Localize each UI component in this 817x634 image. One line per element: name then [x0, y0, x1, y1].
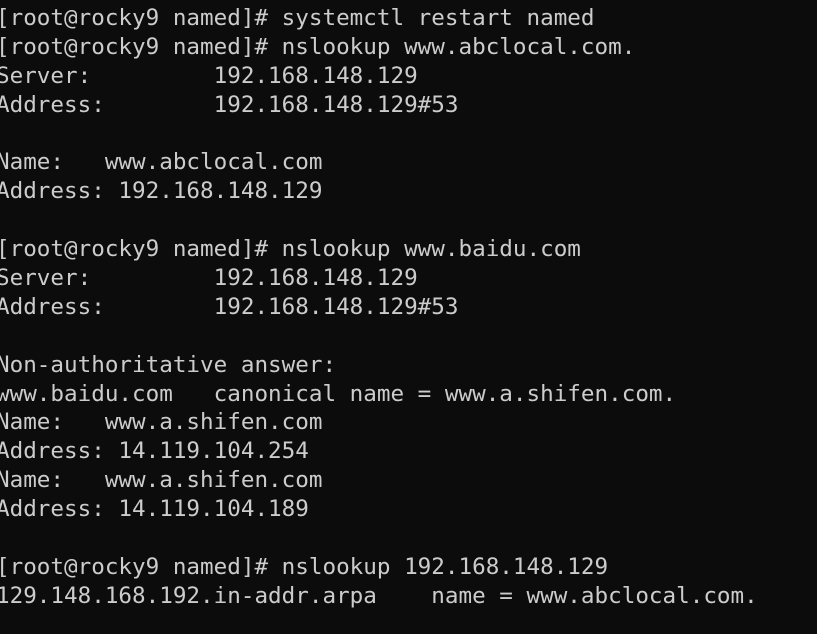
- prompt-line: [root@rocky9 named]# systemctl restart n…: [0, 5, 595, 31]
- output-line: Address: 192.168.148.129#53: [0, 91, 459, 118]
- output-line: Address: 192.168.148.129#53: [0, 293, 459, 320]
- output-line: Name: www.a.shifen.com: [0, 409, 323, 436]
- prompt-line: [root@rocky9 named]# nslookup 192.168.14…: [0, 553, 609, 580]
- output-line: Address: 14.119.104.189: [0, 496, 309, 523]
- prompt-line: [root@rocky9 named]# nslookup www.abcloc…: [0, 33, 636, 60]
- output-line: Name: www.abclocal.com: [0, 149, 323, 176]
- output-line: Address: 192.168.148.129: [0, 178, 323, 205]
- output-line: Non-authoritative answer:: [0, 351, 337, 378]
- output-line: Address: 14.119.104.254: [0, 438, 309, 465]
- output-line: 129.148.168.192.in-addr.arpa name = www.…: [0, 582, 758, 609]
- output-line: Name: www.a.shifen.com: [0, 467, 323, 494]
- prompt-line: [root@rocky9 named]# nslookup www.baidu.…: [0, 236, 581, 263]
- terminal-window[interactable]: [root@rocky9 named]# systemctl restart n…: [0, 0, 817, 634]
- output-line: Server: 192.168.148.129: [0, 265, 418, 292]
- output-line: www.baidu.com canonical name = www.a.shi…: [0, 380, 677, 407]
- output-line: Server: 192.168.148.129: [0, 62, 418, 89]
